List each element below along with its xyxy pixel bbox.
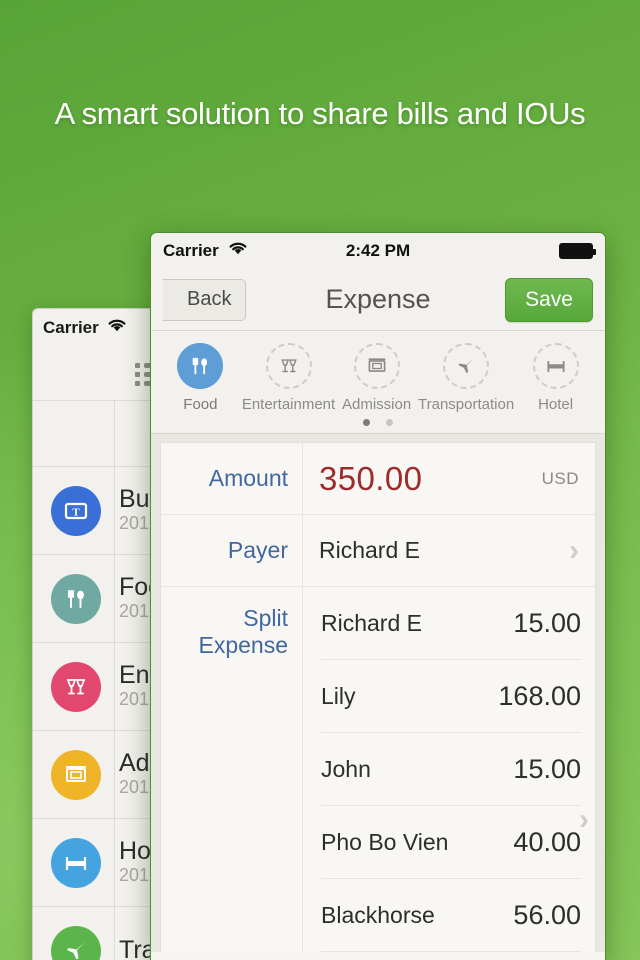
split-entry-amount: 15.00 [513,753,581,784]
split-entry-amount: 168.00 [498,680,581,711]
entertainment-icon [265,343,312,389]
foreground-phone: Carrier 2:42 PM Back Expense Save Food E… [150,232,606,960]
expense-form-wrapper: Amount 350.00 USD Payer Richard E › Spli… [151,434,605,952]
split-expense-label: Split Expense [161,587,303,952]
currency-label[interactable]: USD [542,469,579,489]
category-transportation[interactable]: Transportation [418,343,514,413]
expense-form: Amount 350.00 USD Payer Richard E › Spli… [160,442,596,952]
entertainment-icon [51,661,101,712]
split-entry-name: Blackhorse [321,901,435,928]
battery-full-icon [559,243,596,259]
split-entry-name: Pho Bo Vien [321,828,449,855]
amount-value[interactable]: 350.00 [319,460,422,498]
admission-icon [353,343,400,389]
page-dot-2[interactable] [386,419,393,426]
split-entry-name: Richard E [321,609,422,636]
admission-icon [51,749,101,800]
svg-text:T: T [72,506,80,518]
page-title: A smart solution to share bills and IOUs [54,96,586,131]
split-label-line1: Split [243,605,288,631]
split-entry-name: Lily [321,682,356,709]
category-label: Entertainment [241,396,336,413]
back-carrier-label: Carrier [43,318,99,337]
hotel-icon [51,837,101,888]
split-entry-amount: 40.00 [513,826,581,857]
category-label: Food [183,396,218,413]
status-bar: Carrier 2:42 PM [151,233,605,269]
amount-label: Amount [161,443,303,514]
food-icon [51,573,101,624]
page-dot-1[interactable] [363,419,370,426]
split-entry[interactable]: Lily 168.00 [321,660,581,733]
chevron-right-icon: › [579,803,589,836]
split-entry[interactable]: John 15.00 [321,733,581,806]
wifi-icon [107,318,127,338]
page-indicator [159,419,597,426]
hotel-bed-icon [532,343,579,389]
category-selector: Food Entertainment Admission Transportat… [151,331,605,434]
category-food[interactable]: Food [159,343,242,413]
wifi-icon [228,241,248,261]
split-entry-amount: 56.00 [513,899,581,930]
split-entry-amount: 15.00 [513,607,581,638]
category-label: Hotel [538,396,574,413]
category-admission[interactable]: Admission [335,343,418,413]
payer-label: Payer [161,515,303,586]
category-label: Transportation [418,396,515,413]
split-expense-row[interactable]: Split Expense Richard E 15.00 Lily 168.0… [161,587,595,952]
payer-row[interactable]: Payer Richard E › [161,515,595,587]
chevron-right-icon: › [569,533,579,567]
category-hotel[interactable]: Hotel [514,343,597,413]
food-icon [177,343,224,389]
back-column-divider [114,401,115,960]
transportation-icon [51,925,101,960]
split-entries-list: Richard E 15.00 Lily 168.00 John 15.00 P… [303,587,595,952]
category-entertainment[interactable]: Entertainment [242,343,335,413]
amount-row[interactable]: Amount 350.00 USD [161,443,595,515]
carrier-label: Carrier [163,241,219,260]
split-entry[interactable]: Pho Bo Vien 40.00 [321,806,581,879]
ticket-text-icon: T [51,485,101,536]
split-entry[interactable]: Richard E 15.00 [321,587,581,660]
nav-bar: Back Expense Save [151,269,605,331]
split-label-line2: Expense [198,632,288,659]
back-button[interactable]: Back [163,278,247,321]
split-entry[interactable]: Blackhorse 56.00 [321,879,581,952]
split-entry-name: John [321,755,371,782]
save-button[interactable]: Save [505,277,593,322]
payer-value: Richard E [319,537,420,563]
category-label: Admission [342,396,412,413]
airplane-icon [443,343,490,389]
